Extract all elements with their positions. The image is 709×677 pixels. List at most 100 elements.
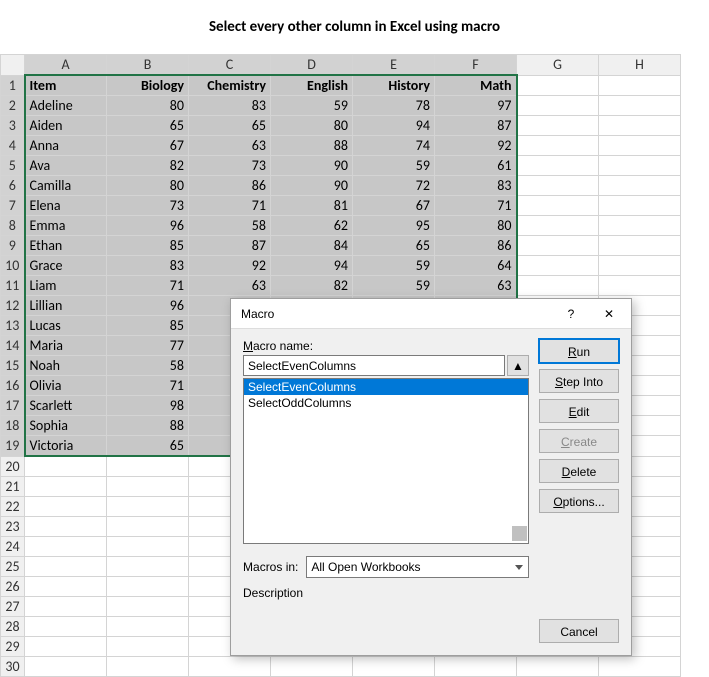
cell[interactable] — [599, 236, 681, 256]
cell[interactable]: 85 — [107, 236, 189, 256]
row-header[interactable]: 10 — [1, 256, 25, 276]
cell[interactable] — [599, 656, 681, 676]
cell[interactable]: Biology — [107, 75, 189, 96]
row-header[interactable]: 24 — [1, 536, 25, 556]
cell[interactable] — [517, 276, 599, 296]
cell[interactable] — [25, 536, 107, 556]
row-header[interactable]: 13 — [1, 316, 25, 336]
cell[interactable]: 65 — [107, 436, 189, 457]
row-header[interactable]: 26 — [1, 576, 25, 596]
row-header[interactable]: 19 — [1, 436, 25, 457]
cell[interactable] — [517, 216, 599, 236]
cell[interactable] — [107, 556, 189, 576]
cell[interactable] — [25, 576, 107, 596]
cell[interactable] — [517, 256, 599, 276]
cell[interactable] — [599, 256, 681, 276]
cell[interactable]: 58 — [189, 216, 271, 236]
cell[interactable] — [599, 196, 681, 216]
cell[interactable]: Olivia — [25, 376, 107, 396]
cell[interactable]: 80 — [271, 116, 353, 136]
dialog-titlebar[interactable]: Macro ? ✕ — [231, 299, 631, 329]
cell[interactable] — [107, 476, 189, 496]
macros-in-select[interactable]: All Open Workbooks — [306, 556, 529, 578]
macro-name-up-button[interactable]: ▲ — [507, 355, 529, 376]
cell[interactable] — [599, 116, 681, 136]
row-header[interactable]: 30 — [1, 656, 25, 676]
select-all-corner[interactable] — [1, 55, 25, 76]
cell[interactable]: 96 — [107, 296, 189, 316]
cell[interactable]: 65 — [107, 116, 189, 136]
cell[interactable]: 65 — [189, 116, 271, 136]
cell[interactable] — [517, 75, 599, 96]
cell[interactable]: 88 — [271, 136, 353, 156]
column-header[interactable]: D — [271, 55, 353, 76]
row-header[interactable]: 18 — [1, 416, 25, 436]
cell[interactable]: Emma — [25, 216, 107, 236]
cell[interactable]: Ethan — [25, 236, 107, 256]
row-header[interactable]: 16 — [1, 376, 25, 396]
column-header[interactable]: H — [599, 55, 681, 76]
cell[interactable]: Noah — [25, 356, 107, 376]
cell[interactable]: 94 — [353, 116, 435, 136]
cell[interactable]: 71 — [107, 276, 189, 296]
cell[interactable] — [599, 96, 681, 116]
column-header[interactable]: B — [107, 55, 189, 76]
cell[interactable] — [517, 176, 599, 196]
cell[interactable] — [25, 496, 107, 516]
cell[interactable]: 87 — [435, 116, 517, 136]
cell[interactable]: 83 — [435, 176, 517, 196]
row-header[interactable]: 29 — [1, 636, 25, 656]
cell[interactable]: Lucas — [25, 316, 107, 336]
row-header[interactable]: 8 — [1, 216, 25, 236]
macro-list[interactable]: SelectEvenColumnsSelectOddColumns — [243, 378, 529, 544]
cell[interactable]: 80 — [107, 96, 189, 116]
cell[interactable] — [107, 576, 189, 596]
cell[interactable]: 59 — [271, 96, 353, 116]
row-header[interactable]: 17 — [1, 396, 25, 416]
cell[interactable]: 77 — [107, 336, 189, 356]
cell[interactable]: 58 — [107, 356, 189, 376]
column-header[interactable]: E — [353, 55, 435, 76]
column-header[interactable]: C — [189, 55, 271, 76]
row-header[interactable]: 7 — [1, 196, 25, 216]
cell[interactable]: Victoria — [25, 436, 107, 457]
macro-list-item[interactable]: SelectOddColumns — [244, 395, 528, 411]
cell[interactable]: 59 — [353, 156, 435, 176]
cell[interactable] — [517, 656, 599, 676]
cell[interactable]: 82 — [271, 276, 353, 296]
row-header[interactable]: 14 — [1, 336, 25, 356]
cell[interactable]: 80 — [435, 216, 517, 236]
cell[interactable] — [599, 176, 681, 196]
cell[interactable]: Scarlett — [25, 396, 107, 416]
cell[interactable]: Maria — [25, 336, 107, 356]
cell[interactable] — [25, 636, 107, 656]
options-button[interactable]: Options... — [539, 489, 619, 513]
cell[interactable]: Camilla — [25, 176, 107, 196]
row-header[interactable]: 20 — [1, 456, 25, 476]
cell[interactable]: 73 — [107, 196, 189, 216]
row-header[interactable]: 21 — [1, 476, 25, 496]
step-into-button[interactable]: Step Into — [539, 369, 619, 393]
cell[interactable]: 81 — [271, 196, 353, 216]
cell[interactable]: 63 — [435, 276, 517, 296]
row-header[interactable]: 11 — [1, 276, 25, 296]
cell[interactable]: 71 — [189, 196, 271, 216]
cell[interactable]: 85 — [107, 316, 189, 336]
cell[interactable]: 84 — [271, 236, 353, 256]
edit-button[interactable]: Edit — [539, 399, 619, 423]
column-header[interactable]: F — [435, 55, 517, 76]
cell[interactable] — [599, 136, 681, 156]
cell[interactable]: Adeline — [25, 96, 107, 116]
cell[interactable]: 82 — [107, 156, 189, 176]
cell[interactable]: 83 — [189, 96, 271, 116]
row-header[interactable]: 9 — [1, 236, 25, 256]
cell[interactable]: 94 — [271, 256, 353, 276]
cell[interactable] — [25, 476, 107, 496]
cell[interactable]: 98 — [107, 396, 189, 416]
cell[interactable] — [599, 75, 681, 96]
cell[interactable]: 67 — [353, 196, 435, 216]
row-header[interactable]: 6 — [1, 176, 25, 196]
row-header[interactable]: 1 — [1, 75, 25, 96]
cell[interactable]: Lillian — [25, 296, 107, 316]
cell[interactable]: 72 — [353, 176, 435, 196]
